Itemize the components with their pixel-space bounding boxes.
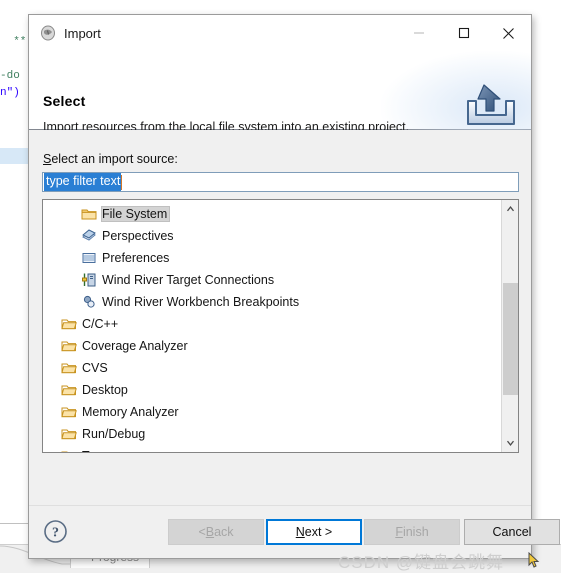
back-button-mnemonic: B	[205, 525, 215, 539]
dialog-button-bar: ? < Back Next > Finish Cancel	[29, 505, 560, 558]
tree-item-label: Run/Debug	[82, 427, 146, 441]
help-button[interactable]: ?	[43, 519, 68, 544]
tree-item-label: Preferences	[102, 251, 170, 265]
svg-text:?: ?	[52, 526, 59, 541]
minimize-button[interactable]	[396, 15, 441, 51]
tree-item-label: Desktop	[82, 383, 128, 397]
breakpoints-icon	[81, 294, 97, 310]
dialog-title: Import	[64, 25, 101, 41]
help-icon: ?	[44, 520, 67, 543]
tree-item-label: Coverage Analyzer	[82, 339, 188, 353]
folder-closed-icon	[61, 360, 77, 376]
finish-button[interactable]: Finish	[364, 519, 460, 545]
folder-closed-icon	[61, 404, 77, 420]
tree-item-label: Perspectives	[102, 229, 174, 243]
tree-item-run-debug[interactable]: Run/Debug	[43, 423, 501, 445]
minimize-icon	[413, 32, 424, 34]
tree-item-wind-river-target-connections[interactable]: Wind River Target Connections	[43, 269, 501, 291]
import-wizard-icon	[41, 25, 55, 41]
target-connection-icon	[81, 272, 97, 288]
maximize-icon	[458, 27, 469, 39]
back-button[interactable]: < Back	[168, 519, 264, 545]
tree-scrollbar[interactable]	[501, 200, 518, 452]
tree-item-label: Wind River Workbench Breakpoints	[102, 295, 300, 309]
finish-button-rest: inish	[402, 525, 429, 539]
tree-item-label: Wind River Target Connections	[102, 273, 275, 287]
tree-item-label: File System	[101, 206, 171, 222]
import-banner-icon	[467, 84, 515, 125]
filter-input-value: type filter text	[44, 173, 122, 191]
import-source-label-rest: elect an import source:	[51, 152, 178, 166]
import-source-tree[interactable]: File System Perspectives Preferences Win…	[42, 199, 519, 453]
tree-item-memory-analyzer[interactable]: Memory Analyzer	[43, 401, 501, 423]
dialog-body: Select an import source: type filter tex…	[29, 130, 531, 505]
folder-closed-icon	[61, 338, 77, 354]
cancel-button[interactable]: Cancel	[464, 519, 560, 545]
scrollbar-thumb[interactable]	[503, 283, 518, 395]
import-source-tree-list: File System Perspectives Preferences Win…	[43, 200, 501, 452]
tree-item-team[interactable]: Team	[43, 445, 501, 452]
tree-item-file-system[interactable]: File System	[43, 203, 501, 225]
perspectives-icon	[81, 228, 97, 244]
text-caret	[121, 174, 123, 190]
scroll-down-arrow-icon[interactable]	[502, 435, 518, 452]
cancel-button-label: Cancel	[492, 525, 532, 539]
folder-closed-icon	[61, 448, 77, 452]
next-button[interactable]: Next >	[266, 519, 362, 545]
folder-closed-icon	[61, 316, 77, 332]
tree-item-desktop[interactable]: Desktop	[43, 379, 501, 401]
maximize-button[interactable]	[441, 15, 486, 51]
folder-closed-icon	[61, 426, 77, 442]
tree-item-label: Memory Analyzer	[82, 405, 179, 419]
tree-item-perspectives[interactable]: Perspectives	[43, 225, 501, 247]
next-button-rest: ext >	[304, 525, 333, 539]
dialog-titlebar[interactable]: Import	[29, 15, 531, 51]
close-button[interactable]	[486, 15, 531, 51]
back-button-prefix: <	[198, 525, 206, 539]
folder-closed-icon	[61, 382, 77, 398]
filter-input[interactable]: type filter text	[42, 172, 519, 192]
preferences-icon	[81, 250, 97, 266]
window-controls	[396, 15, 531, 51]
tree-item-preferences[interactable]: Preferences	[43, 247, 501, 269]
page-title: Select	[43, 93, 86, 109]
folder-icon	[81, 206, 97, 222]
import-source-label: Select an import source:	[43, 152, 178, 166]
tree-item-wind-river-workbench-breakpoints[interactable]: Wind River Workbench Breakpoints	[43, 291, 501, 313]
tree-item-label: CVS	[82, 361, 108, 375]
scroll-up-arrow-icon[interactable]	[502, 200, 518, 217]
editor-selected-line	[0, 148, 28, 164]
dialog-header: Select Import resources from the local f…	[29, 51, 531, 146]
next-button-mnemonic: N	[295, 525, 305, 539]
tree-item-cvs[interactable]: CVS	[43, 357, 501, 379]
tree-item-label: C/C++	[82, 317, 119, 331]
close-icon	[503, 27, 514, 39]
back-button-rest: ack	[214, 525, 234, 539]
import-dialog: Import Select Import resources from the …	[28, 14, 560, 559]
tree-item-c-cpp[interactable]: C/C++	[43, 313, 501, 335]
tree-item-coverage-analyzer[interactable]: Coverage Analyzer	[43, 335, 501, 357]
tree-item-label: Team	[81, 448, 116, 452]
finish-button-mnemonic: F	[395, 525, 403, 539]
